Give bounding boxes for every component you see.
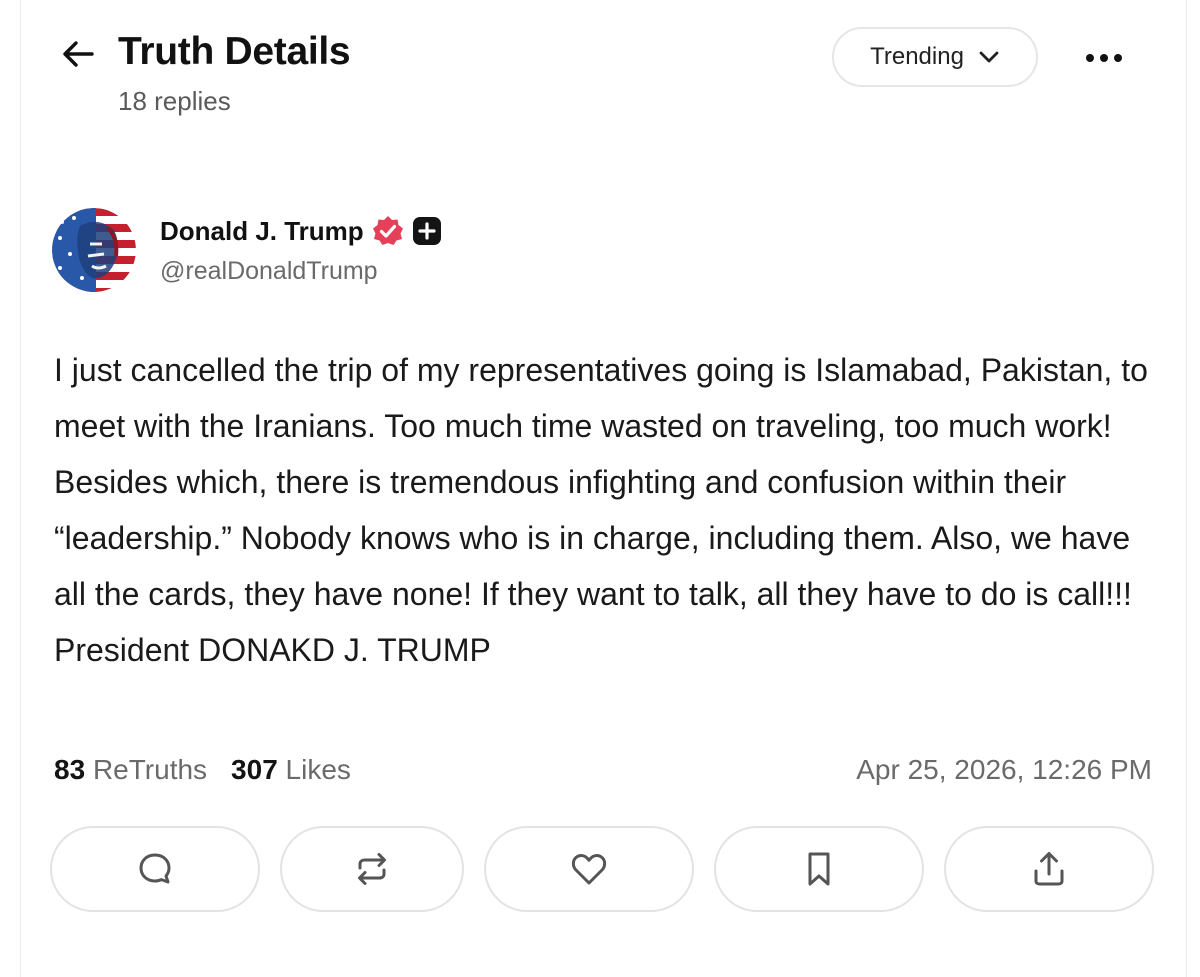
retruth-icon <box>358 853 386 885</box>
author-handle[interactable]: @realDonaldTrump <box>160 257 378 286</box>
like-icon <box>571 854 607 885</box>
retruths-stat[interactable]: 83 ReTruths <box>54 754 207 786</box>
more-horizontal-icon <box>1086 54 1122 62</box>
reply-button[interactable] <box>50 826 260 912</box>
post-body: I just cancelled the trip of my represen… <box>54 352 1148 668</box>
more-options-button[interactable] <box>1082 38 1126 78</box>
author-row: Donald J. Trump <box>160 212 442 250</box>
sort-label: Trending <box>870 43 964 70</box>
avatar-image <box>52 208 136 292</box>
page-title: Truth Details <box>118 30 351 73</box>
retruths-label: ReTruths <box>92 754 208 785</box>
post-timestamp: Apr 25, 2026, 12:26 PM <box>856 754 1152 785</box>
reply-count: 18 replies <box>118 86 231 116</box>
plus-badge-icon <box>412 217 441 245</box>
verified-badge-icon <box>372 216 403 245</box>
back-button[interactable] <box>56 34 100 74</box>
author-name[interactable]: Donald J. Trump <box>160 216 364 247</box>
right-border <box>1186 0 1187 977</box>
bookmark-icon <box>808 852 830 886</box>
reply-icon <box>139 853 171 884</box>
avatar[interactable] <box>52 208 136 292</box>
like-button[interactable] <box>484 826 694 912</box>
sort-dropdown[interactable]: Trending <box>832 27 1038 87</box>
share-button[interactable] <box>944 826 1154 912</box>
post-stats: 83 ReTruths 307 Likes <box>54 754 351 786</box>
left-border <box>20 0 21 977</box>
retruths-count: 83 <box>54 754 86 785</box>
retruth-button[interactable] <box>280 826 464 912</box>
bookmark-button[interactable] <box>714 826 924 912</box>
likes-stat[interactable]: 307 Likes <box>231 754 351 786</box>
likes-count: 307 <box>231 754 278 785</box>
share-icon <box>1034 852 1064 886</box>
likes-label: Likes <box>285 754 351 785</box>
page-header: Truth Details 18 replies Trending <box>0 0 1200 130</box>
chevron-down-icon <box>979 51 999 63</box>
arrow-left-icon <box>63 41 94 67</box>
